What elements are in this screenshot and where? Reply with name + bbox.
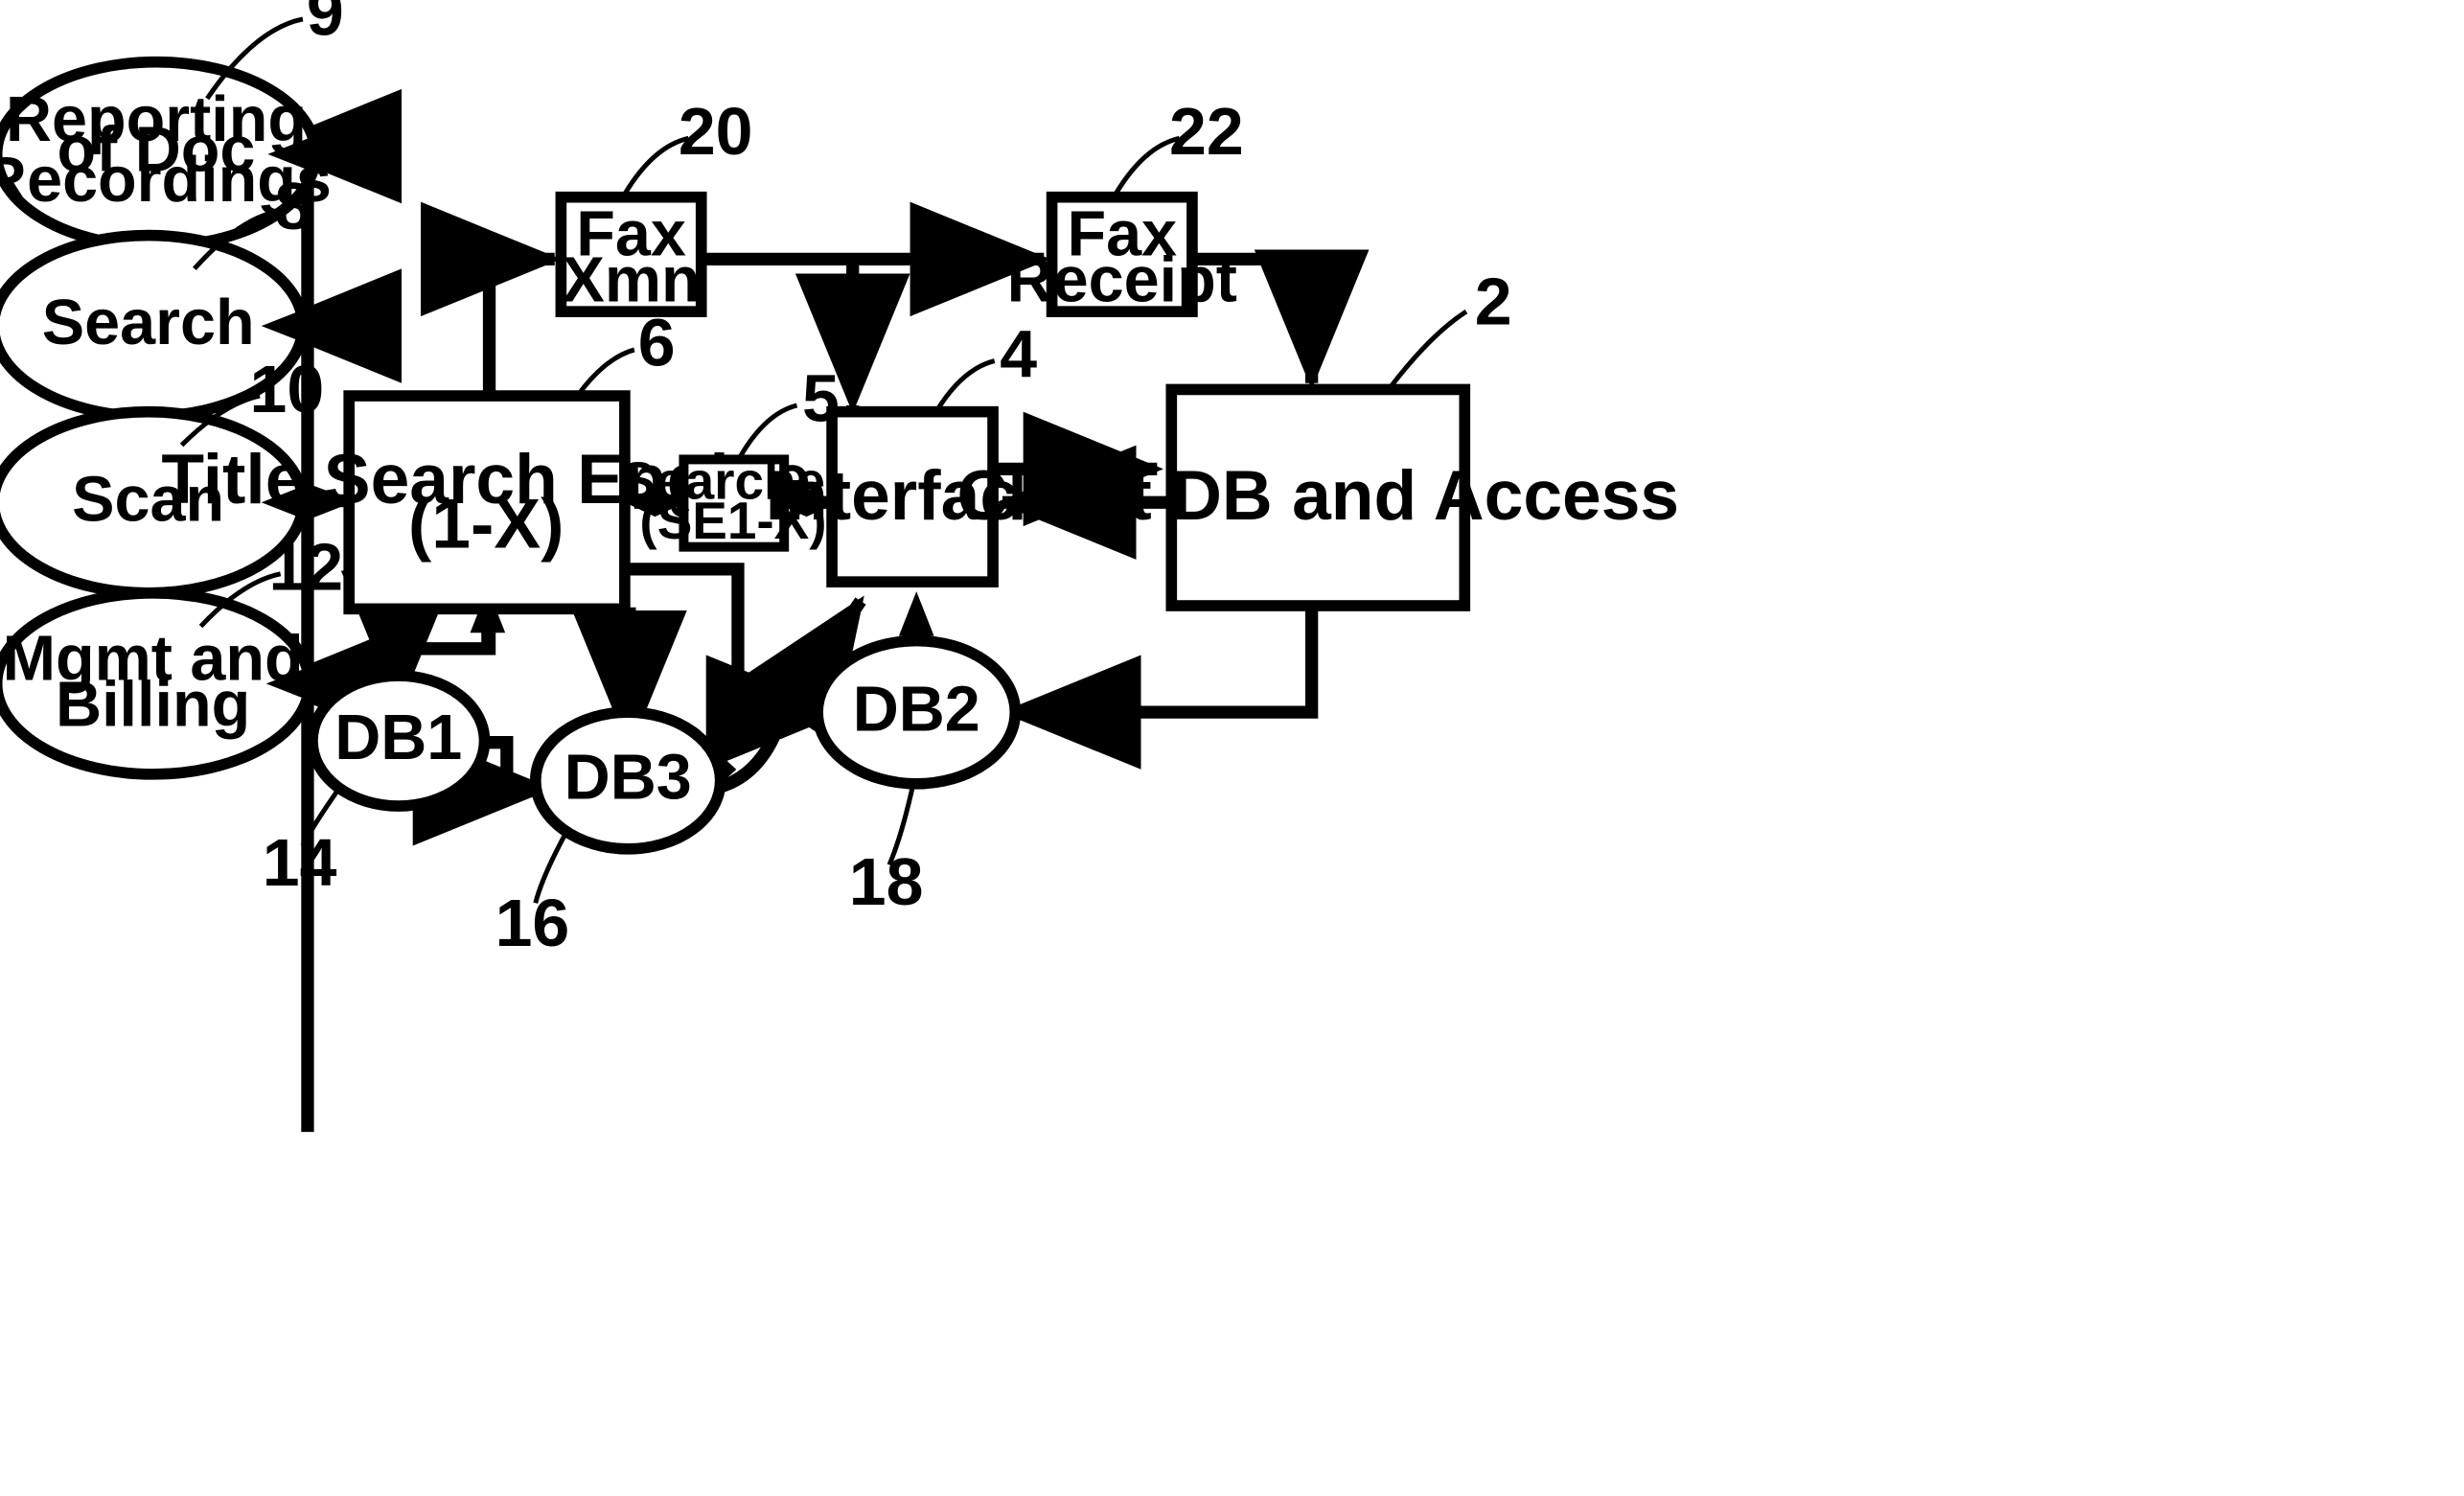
ref-numeral-9: 9 bbox=[307, 0, 344, 50]
ref-leader-20: 20 bbox=[622, 94, 753, 196]
node-db2-label: DB2 bbox=[853, 674, 980, 745]
ref-leader-18: 18 bbox=[849, 783, 924, 919]
node-db3[interactable]: DB3 bbox=[529, 706, 726, 855]
node-db2[interactable]: DB2 bbox=[812, 634, 1022, 790]
node-fax-xmn[interactable]: Fax Xmn bbox=[555, 191, 707, 317]
ref-numeral-6: 6 bbox=[638, 306, 676, 380]
node-clientdb-label: Client DB and Access bbox=[957, 457, 1680, 535]
ref-leader-14: 14 bbox=[263, 789, 340, 900]
node-db1-label: DB1 bbox=[334, 702, 462, 773]
diagram-canvas: Reporting of Doc Recordings 9 Search 8 S… bbox=[0, 0, 2464, 1496]
block-diagram: Reporting of Doc Recordings 9 Search 8 S… bbox=[0, 0, 1680, 1133]
node-fax-xmn-line-2: Xmn bbox=[562, 245, 700, 316]
ref-leader-2: 2 bbox=[1388, 265, 1512, 390]
ref-numeral-10: 10 bbox=[249, 352, 324, 426]
ref-numeral-14: 14 bbox=[263, 825, 337, 900]
node-mgmt-and-billing[interactable]: Mgmt and Billing bbox=[0, 587, 315, 780]
ref-numeral-20: 20 bbox=[679, 94, 753, 169]
node-fax-receipt-line-2: Receipt bbox=[1007, 245, 1237, 316]
node-search-label: Search bbox=[42, 288, 255, 358]
node-tse-line-2: (1-X) bbox=[408, 486, 564, 564]
ref-leader-22: 22 bbox=[1113, 94, 1244, 196]
connector-tse-db2 bbox=[629, 563, 847, 770]
node-mgmt-line-2: Billing bbox=[56, 669, 250, 740]
node-client-db-and-access[interactable]: Client DB and Access bbox=[957, 383, 1680, 611]
ref-numeral-12: 12 bbox=[268, 530, 343, 605]
ref-leader-16: 16 bbox=[495, 832, 570, 960]
node-db1[interactable]: DB1 bbox=[307, 670, 491, 812]
ref-numeral-18: 18 bbox=[849, 844, 924, 919]
connector-clientdb-db2 bbox=[1001, 606, 1319, 770]
ref-numeral-22: 22 bbox=[1169, 94, 1244, 169]
ref-numeral-16: 16 bbox=[495, 886, 570, 960]
ref-numeral-8: 8 bbox=[275, 169, 312, 243]
node-fax-receipt[interactable]: Fax Receipt bbox=[1007, 191, 1237, 317]
ref-leader-4: 4 bbox=[934, 316, 1037, 412]
ref-leader-6: 6 bbox=[576, 306, 676, 396]
ref-numeral-2: 2 bbox=[1475, 265, 1512, 339]
ref-numeral-4: 4 bbox=[1000, 316, 1037, 391]
node-db3-label: DB3 bbox=[564, 743, 692, 814]
